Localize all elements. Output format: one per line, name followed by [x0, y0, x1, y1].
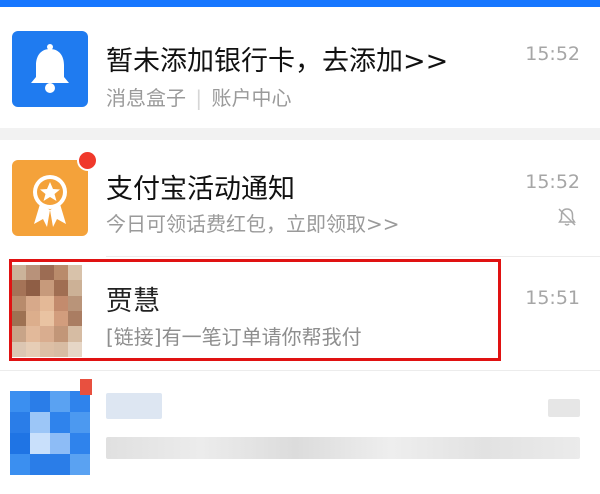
unread-badge: [77, 150, 98, 171]
bell-icon: [12, 31, 88, 107]
message-time: 15:52: [525, 171, 580, 193]
account-center-label: 账户中心: [211, 86, 292, 110]
message-time: 15:51: [525, 287, 580, 309]
pixelated-blue-icon: [10, 391, 90, 475]
message-title: 暂未添加银行卡，去添加>>: [106, 46, 449, 77]
message-row-activity[interactable]: 支付宝活动通知 今日可领话费红包，立即领取>> 15:52: [0, 140, 600, 256]
blurred-title: [106, 393, 162, 419]
highlight-box: [9, 259, 501, 361]
separator: |: [195, 86, 203, 110]
source-label: 消息盒子: [106, 86, 186, 110]
message-time: 15:52: [525, 43, 580, 65]
message-subtitle: 今日可领话费红包，立即领取>>: [106, 212, 400, 236]
section-gap: [0, 128, 600, 140]
star-medal-icon: [12, 160, 88, 236]
message-subtitle: 消息盒子 | 账户中心: [106, 82, 291, 111]
top-accent-bar: [0, 0, 600, 7]
blurred-time: [548, 399, 580, 417]
badge-square: [80, 379, 92, 395]
message-row-blurred[interactable]: [0, 371, 600, 494]
bell-off-icon: [556, 206, 578, 232]
blurred-subtitle: [106, 437, 580, 459]
message-title: 支付宝活动通知: [106, 174, 295, 205]
message-row-bank-card[interactable]: 暂未添加银行卡，去添加>> 消息盒子 | 账户中心 15:52: [0, 7, 600, 128]
